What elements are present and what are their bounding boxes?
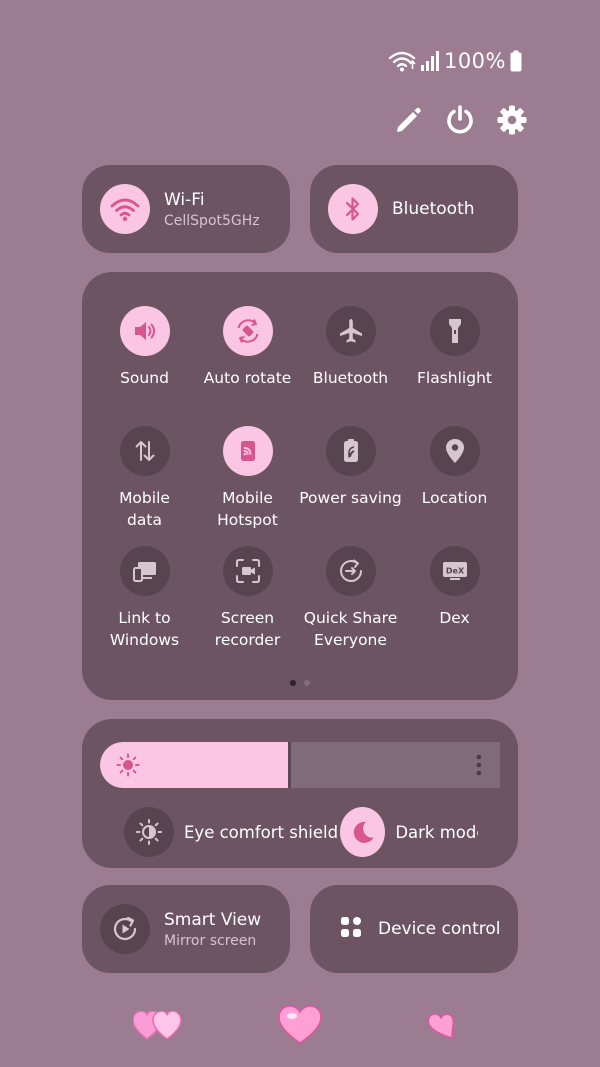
speaker-icon bbox=[119, 306, 170, 356]
moon-icon bbox=[340, 807, 386, 857]
quick-tile-auto-rotate[interactable]: Auto rotate bbox=[193, 306, 302, 389]
battery-icon bbox=[510, 50, 522, 72]
wifi-tile[interactable]: Wi-Fi CellSpot5GHz bbox=[82, 165, 290, 253]
airplane-icon bbox=[325, 306, 376, 356]
smart-view-subtitle: Mirror screen bbox=[164, 932, 257, 949]
quick-tile-label: Dex bbox=[439, 609, 470, 627]
power-icon bbox=[447, 105, 473, 134]
power-button[interactable] bbox=[444, 100, 476, 140]
quick-tile-mobile-data[interactable]: Mobile data bbox=[90, 426, 199, 531]
power-saving-icon bbox=[325, 426, 376, 476]
heart-icon bbox=[278, 1005, 322, 1044]
dex-icon: DeX bbox=[429, 546, 480, 596]
quick-tile-label: Auto rotate bbox=[203, 369, 292, 387]
quick-tile-quick-share[interactable]: Quick Share Everyone bbox=[296, 546, 405, 651]
more-options-icon[interactable] bbox=[476, 754, 482, 780]
svg-text:DeX: DeX bbox=[445, 567, 464, 576]
quick-settings-grid: Sound Auto rotate Bluetooth Flashlight Mobil… bbox=[82, 272, 518, 700]
screen-recorder-icon bbox=[222, 546, 273, 596]
quick-tile-label: Quick Share Everyone bbox=[303, 609, 398, 649]
page-indicator bbox=[82, 680, 518, 686]
quick-tile-link-to-windows[interactable]: Link to Windows bbox=[90, 546, 199, 651]
brightness-slider[interactable] bbox=[100, 742, 500, 788]
quick-tile-screen-recorder[interactable]: Screen recorder bbox=[193, 546, 302, 651]
auto-rotate-icon bbox=[222, 306, 273, 356]
smart-view-tile[interactable]: Smart View Mirror screen bbox=[82, 885, 290, 973]
device-control-tile[interactable]: Device control bbox=[310, 885, 518, 973]
double-heart-icon bbox=[133, 1011, 182, 1040]
wifi-title: Wi-Fi bbox=[164, 189, 205, 210]
flashlight-icon bbox=[429, 306, 480, 356]
dark-mode-label: Dark mode bbox=[395, 822, 478, 842]
quick-tile-speaker[interactable]: Sound bbox=[90, 306, 199, 389]
battery-percent: 100% bbox=[443, 49, 506, 73]
quick-tile-label: Location bbox=[421, 489, 488, 507]
quick-tile-label: Link to Windows bbox=[109, 609, 180, 649]
panel-toolbar bbox=[392, 100, 528, 140]
quick-tile-label: Flashlight bbox=[417, 369, 492, 387]
page-dot-active[interactable] bbox=[290, 680, 296, 686]
gear-icon bbox=[497, 105, 527, 135]
bluetooth-tile[interactable]: Bluetooth bbox=[310, 165, 518, 253]
device-control-icon bbox=[340, 916, 362, 942]
quick-tile-label: Sound bbox=[120, 369, 169, 387]
edit-button[interactable] bbox=[392, 100, 424, 140]
settings-button[interactable] bbox=[496, 100, 528, 140]
link-to-windows-icon bbox=[119, 546, 170, 596]
device-control-title: Device control bbox=[378, 919, 501, 939]
quick-tile-label: Mobile data bbox=[119, 489, 170, 529]
signal-strength-icon bbox=[420, 50, 440, 72]
quick-share-icon bbox=[325, 546, 376, 596]
hotspot-icon bbox=[222, 426, 273, 476]
quick-tile-dex[interactable]: DeX Dex bbox=[400, 546, 509, 629]
location-pin-icon bbox=[429, 426, 480, 476]
decorative-hearts bbox=[0, 1003, 600, 1053]
brightness-sun-icon bbox=[116, 753, 140, 781]
bluetooth-icon bbox=[328, 184, 378, 234]
brightness-panel: Eye comfort shield Dark mode bbox=[82, 719, 518, 868]
quick-tile-hotspot[interactable]: Mobile Hotspot bbox=[193, 426, 302, 531]
smart-view-title: Smart View bbox=[164, 909, 262, 930]
eye-comfort-toggle[interactable]: Eye comfort shield bbox=[124, 807, 338, 857]
quick-tile-label: Screen recorder bbox=[214, 609, 281, 649]
quick-tile-location-pin[interactable]: Location bbox=[400, 426, 509, 509]
tilted-heart-icon bbox=[427, 1013, 455, 1040]
bluetooth-title: Bluetooth bbox=[392, 199, 475, 219]
quick-tile-airplane[interactable]: Bluetooth bbox=[296, 306, 405, 389]
quick-tile-power-saving[interactable]: Power saving bbox=[296, 426, 405, 509]
brightness-handle[interactable] bbox=[288, 742, 291, 788]
wifi-icon bbox=[100, 184, 150, 234]
eye-comfort-icon bbox=[124, 807, 174, 857]
quick-tile-label: Power saving bbox=[299, 489, 402, 507]
mobile-data-icon bbox=[119, 426, 170, 476]
quick-tile-label: Bluetooth bbox=[312, 369, 389, 387]
status-bar: 100% bbox=[388, 46, 522, 76]
smart-view-icon bbox=[100, 904, 150, 954]
wifi-network-name: CellSpot5GHz bbox=[164, 212, 260, 229]
page-dot[interactable] bbox=[304, 680, 310, 686]
pencil-icon bbox=[397, 107, 421, 132]
quick-tile-flashlight[interactable]: Flashlight bbox=[400, 306, 509, 389]
dark-mode-toggle[interactable]: Dark mode bbox=[340, 807, 478, 857]
eye-comfort-label: Eye comfort shield bbox=[184, 822, 339, 842]
wifi-status-icon bbox=[388, 50, 416, 72]
quick-tile-label: Mobile Hotspot bbox=[217, 489, 278, 529]
